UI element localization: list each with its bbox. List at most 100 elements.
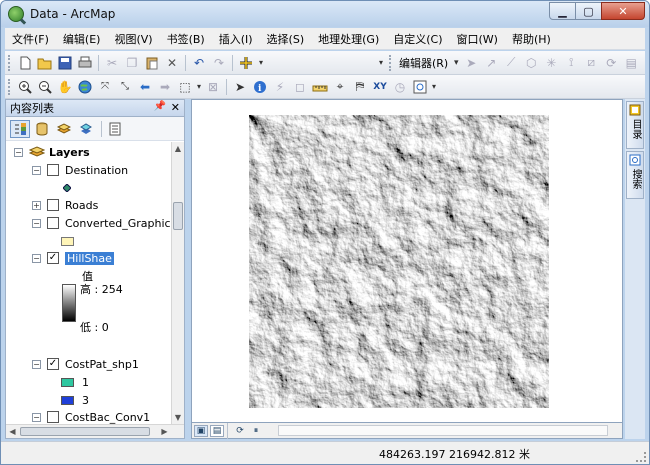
toolbar-grip[interactable] <box>8 54 12 71</box>
collapse-icon[interactable]: − <box>32 359 41 369</box>
polygon-tool-icon[interactable]: ⬡ <box>521 54 541 72</box>
minimize-button[interactable]: ▁ <box>549 2 576 20</box>
go-to-xy-icon[interactable]: XY <box>370 78 390 96</box>
collapse-icon[interactable]: − <box>32 165 41 175</box>
menu-view[interactable]: 视图(V) <box>107 31 159 47</box>
search-tab[interactable]: 搜索 <box>626 151 644 199</box>
viewer-dropdown-icon[interactable]: ▾ <box>430 78 438 96</box>
copy-icon[interactable]: ❐ <box>122 54 142 72</box>
scroll-thumb[interactable] <box>20 427 150 436</box>
dropdown-arrow-icon[interactable]: ▾ <box>256 54 266 72</box>
rotate-tool-icon[interactable]: ⟳ <box>601 54 621 72</box>
hillshade-color-ramp[interactable] <box>62 284 76 322</box>
layer-visibility-checkbox[interactable]: ✓ <box>47 358 59 370</box>
select-features-icon[interactable]: ⬚ <box>175 78 195 96</box>
expand-icon[interactable]: + <box>32 200 41 210</box>
title-bar[interactable]: Data - ArcMap ▁ ▢ ✕ <box>1 1 649 27</box>
delete-icon[interactable]: ✕ <box>162 54 182 72</box>
list-by-selection-icon[interactable] <box>76 120 96 138</box>
layer-row-roads[interactable]: + Roads <box>32 196 98 214</box>
layout-view-icon[interactable]: ▤ <box>210 424 224 437</box>
time-slider-icon[interactable]: ◷ <box>390 78 410 96</box>
list-by-source-icon[interactable] <box>32 120 52 138</box>
menu-edit[interactable]: 编辑(E) <box>56 31 108 47</box>
menu-windows[interactable]: 窗口(W) <box>450 31 505 47</box>
graphics-symbol[interactable] <box>61 232 74 250</box>
layer-visibility-checkbox[interactable] <box>47 217 59 229</box>
reshape-tool-icon[interactable]: ⟟ <box>561 54 581 72</box>
costpath-class-row-1[interactable]: 1 <box>61 373 89 391</box>
menu-file[interactable]: 文件(F) <box>5 31 56 47</box>
toc-options-icon[interactable] <box>105 120 125 138</box>
toolbar-options-icon[interactable]: ▾ <box>376 54 386 72</box>
full-extent-globe-icon[interactable] <box>75 78 95 96</box>
toolbar-grip[interactable] <box>389 54 393 71</box>
back-arrow-icon[interactable]: ⬅ <box>135 78 155 96</box>
catalog-tab[interactable]: 目录 <box>626 101 644 149</box>
layer-visibility-checkbox[interactable]: ✓ <box>47 252 59 264</box>
map-horizontal-scrollbar[interactable] <box>278 425 608 436</box>
print-icon[interactable] <box>75 54 95 72</box>
layer-row-converted-graphics[interactable]: − Converted_Graphics <box>32 214 172 232</box>
paste-icon[interactable] <box>142 54 162 72</box>
layer-row-destination[interactable]: − Destination <box>32 161 128 179</box>
data-view-icon[interactable]: ▣ <box>194 424 208 437</box>
collapse-icon[interactable]: − <box>32 218 41 228</box>
toolbar-grip[interactable] <box>8 78 12 95</box>
open-folder-icon[interactable] <box>35 54 55 72</box>
vertex-tool-icon[interactable]: ✳ <box>541 54 561 72</box>
menu-geoprocessing[interactable]: 地理处理(G) <box>311 31 386 47</box>
zoom-out-icon[interactable] <box>35 78 55 96</box>
fixed-zoom-in-icon[interactable]: ⤧ <box>95 78 115 96</box>
scroll-down-arrow-icon[interactable]: ▼ <box>172 411 184 424</box>
list-by-visibility-icon[interactable] <box>54 120 74 138</box>
find-icon[interactable]: ⌖ <box>330 78 350 96</box>
pin-icon[interactable]: 📌 <box>154 101 166 112</box>
add-data-icon[interactable] <box>236 54 256 72</box>
attributes-icon[interactable]: ▤ <box>621 54 641 72</box>
create-viewer-window-icon[interactable] <box>410 78 430 96</box>
redo-icon[interactable]: ↷ <box>209 54 229 72</box>
layer-visibility-checkbox[interactable] <box>47 199 59 211</box>
menu-help[interactable]: 帮助(H) <box>505 31 558 47</box>
close-button[interactable]: ✕ <box>601 2 645 20</box>
fixed-zoom-out-icon[interactable]: ⤡ <box>115 78 135 96</box>
toc-horizontal-scrollbar[interactable]: ◀ ▶ <box>6 424 184 438</box>
save-icon[interactable] <box>55 54 75 72</box>
maximize-button[interactable]: ▢ <box>575 2 602 20</box>
layers-root-row[interactable]: − Layers <box>14 143 90 161</box>
menu-selection[interactable]: 选择(S) <box>260 31 312 47</box>
edit-tool-icon[interactable]: ➤ <box>461 54 481 72</box>
collapse-icon[interactable]: − <box>14 147 23 157</box>
undo-icon[interactable]: ↶ <box>189 54 209 72</box>
refresh-icon[interactable]: ⟳ <box>233 425 247 437</box>
collapse-icon[interactable]: − <box>32 412 41 422</box>
select-elements-arrow-icon[interactable]: ➤ <box>230 78 250 96</box>
map-display[interactable] <box>191 99 623 423</box>
layer-row-costpath[interactable]: − ✓ CostPat_shp1 <box>32 355 139 373</box>
clear-selection-icon[interactable]: ⊠ <box>203 78 223 96</box>
scroll-thumb[interactable] <box>173 202 183 230</box>
destination-symbol[interactable] <box>63 179 71 197</box>
layer-row-hillshade[interactable]: − ✓ HillShae <box>32 249 115 267</box>
list-by-drawing-order-icon[interactable] <box>10 119 30 138</box>
edit-annotation-icon[interactable]: ↗ <box>481 54 501 72</box>
hyperlink-icon[interactable]: ⚡ <box>270 78 290 96</box>
split-tool-icon[interactable]: ⧄ <box>581 54 601 72</box>
scroll-up-arrow-icon[interactable]: ▲ <box>172 142 184 155</box>
toc-close-icon[interactable]: ✕ <box>171 101 180 114</box>
costpath-class-row-3[interactable]: 3 <box>61 391 89 409</box>
menu-customize[interactable]: 自定义(C) <box>386 31 449 47</box>
identify-icon[interactable]: i <box>250 78 270 96</box>
find-route-icon[interactable]: ⛿ <box>350 78 370 96</box>
scroll-right-arrow-icon[interactable]: ▶ <box>158 425 171 438</box>
measure-icon[interactable] <box>310 78 330 96</box>
pan-hand-icon[interactable]: ✋ <box>55 78 75 96</box>
straight-segment-icon[interactable]: ⟋ <box>501 54 521 72</box>
resize-grip[interactable] <box>636 452 646 462</box>
layer-visibility-checkbox[interactable] <box>47 411 59 423</box>
scroll-left-arrow-icon[interactable]: ◀ <box>6 425 19 438</box>
cut-icon[interactable]: ✂ <box>102 54 122 72</box>
selected-layer-name[interactable]: HillShae <box>64 250 115 266</box>
layer-visibility-checkbox[interactable] <box>47 164 59 176</box>
